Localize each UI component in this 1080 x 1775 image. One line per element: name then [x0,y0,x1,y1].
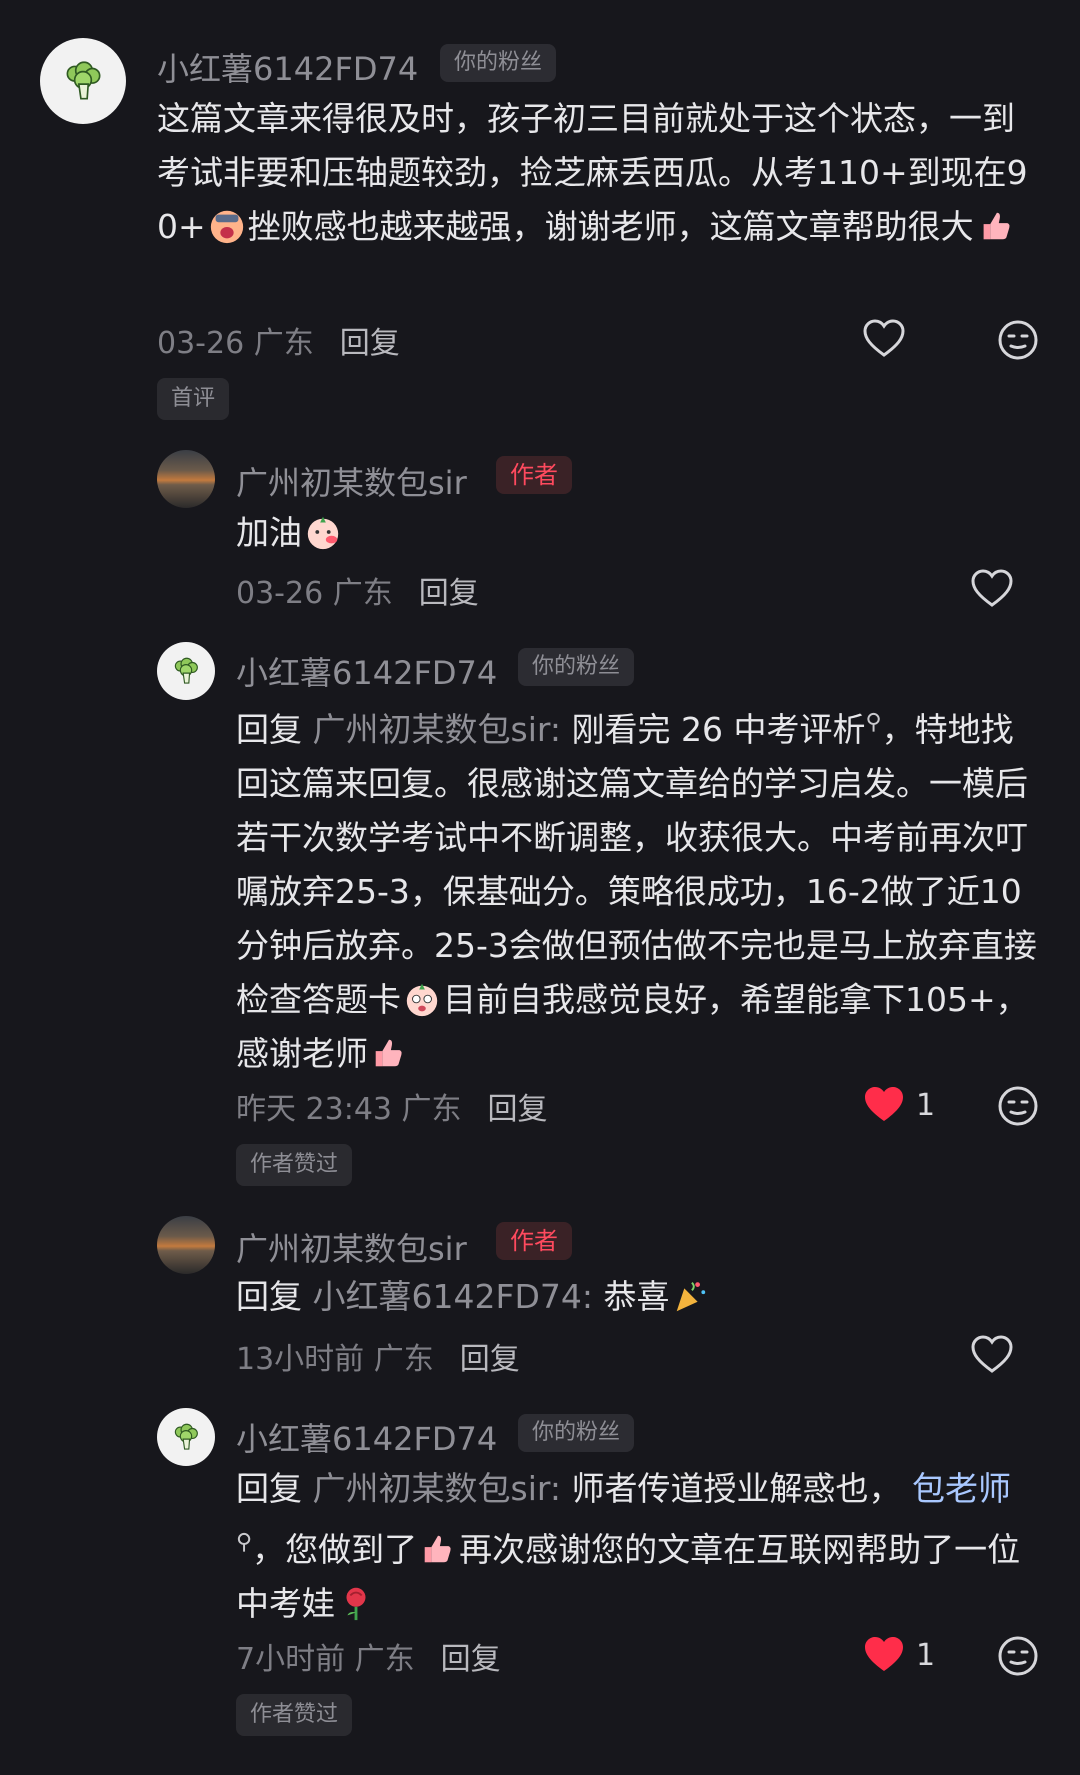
comment-username[interactable]: 小红薯6142FD74 [236,1414,497,1460]
comment-time-location: 昨天 23:43 广东 [236,1092,462,1127]
thumbs-up-icon [983,212,1010,240]
comment-username[interactable]: 小红薯6142FD74 [236,648,497,694]
author-avatar[interactable] [157,1216,215,1274]
first-comment-tag: 首评 [157,378,230,420]
reply-button[interactable]: 回复 [419,576,479,611]
reply-prefix: 回复 [236,1277,302,1316]
comment-meta: 13小时前 广东 回复 [236,1334,520,1378]
comment-text-part: 恭喜 [603,1277,670,1316]
broccoli-avatar-icon [174,657,198,684]
heart-filled-icon[interactable] [862,1633,906,1677]
author-liked-tag: 作者赞过 [236,1144,353,1186]
fan-badge: 你的粉丝 [440,44,557,82]
heart-outline-icon[interactable] [970,567,1014,611]
reply-target-user[interactable]: 广州初某数包sir: [313,710,561,749]
comment-username[interactable]: 广州初某数包sir [236,458,467,504]
thumbs-up-icon [375,1039,402,1067]
crying-emoji-icon [210,210,243,244]
party-popper-icon [677,1282,706,1312]
comment-text-part: ，特地找回这篇来回复。很感谢这篇文章给的学习启发。一模后若干次数学考试中不断调整… [236,710,1037,1019]
fan-badge: 你的粉丝 [518,1414,635,1452]
broccoli-avatar-icon [174,1423,198,1450]
comment-text: 回复 小红薯6142FD74: 恭喜 [236,1270,1041,1324]
comment-text-part: 师者传道授业解惑也， [571,1469,902,1508]
fan-badge: 你的粉丝 [518,648,635,686]
comment-text: 回复 广州初某数包sir: 刚看完 26 中考评析⚲，特地找回这篇来回复。很感谢… [236,696,1041,1081]
search-icon[interactable]: ⚲ [865,710,881,735]
reply-target-user[interactable]: 广州初某数包sir: [313,1469,561,1508]
pleading-emoji-icon [406,983,438,1017]
comment-text: 回复 广州初某数包sir: 师者传道授业解惑也， 包老师⚲，您做到了 再次感谢您的… [236,1462,1041,1631]
search-icon[interactable]: ⚲ [236,1530,252,1555]
cheer-emoji-icon [307,516,339,550]
comment-time-location: 7小时前 广东 [236,1642,415,1677]
author-liked-tag: 作者赞过 [236,1694,353,1736]
author-badge: 作者 [496,456,572,494]
comment-text-part: 刚看完 26 中考评析 [571,710,866,749]
heart-outline-icon[interactable] [862,317,906,361]
rose-icon [346,1587,366,1621]
comment-text-part: ，您做到了 [252,1530,418,1569]
like-count: 1 [916,1088,936,1123]
user-avatar[interactable] [157,1408,215,1466]
comment-meta: 昨天 23:43 广东 回复 [236,1084,548,1128]
emoji-face-icon[interactable] [996,1634,1040,1678]
comment-meta: 7小时前 广东 回复 [236,1634,501,1678]
emoji-face-icon[interactable] [996,1084,1040,1128]
reply-prefix: 回复 [236,1469,302,1508]
comment-text-part: 挫败感也越来越强，谢谢老师，这篇文章帮助很大 [247,207,974,246]
reply-button[interactable]: 回复 [441,1642,501,1677]
heart-filled-icon[interactable] [862,1083,906,1127]
comment-text: 这篇文章来得很及时，孩子初三目前就处于这个状态，一到考试非要和压轴题较劲，捡芝麻… [157,92,1037,254]
comment-text: 加油 [236,506,1036,560]
comment-time-location: 13小时前 广东 [236,1342,434,1377]
user-avatar[interactable] [157,642,215,700]
reply-button[interactable]: 回复 [460,1342,520,1377]
thumbs-up-icon [424,1535,451,1563]
comment-meta: 03-26 广东 回复 [157,318,400,362]
comment-username[interactable]: 广州初某数包sir [236,1224,467,1270]
user-avatar[interactable] [40,38,126,124]
reply-prefix: 回复 [236,710,302,749]
search-keyword-link[interactable]: 包老师 [912,1469,1011,1508]
reply-target-user[interactable]: 小红薯6142FD74: [313,1277,593,1316]
comment-time-location: 03-26 广东 [236,576,393,611]
reply-button[interactable]: 回复 [488,1092,548,1127]
heart-outline-icon[interactable] [970,1333,1014,1377]
emoji-face-icon[interactable] [996,318,1040,362]
like-count: 1 [916,1638,936,1673]
comment-time-location: 03-26 广东 [157,326,314,361]
comment-username[interactable]: 小红薯6142FD74 [157,44,418,90]
broccoli-avatar-icon [66,61,101,100]
comment-text-part: 加油 [236,513,302,552]
reply-button[interactable]: 回复 [340,326,400,361]
comment-meta: 03-26 广东 回复 [236,568,479,612]
author-badge: 作者 [496,1222,572,1260]
author-avatar[interactable] [157,450,215,508]
